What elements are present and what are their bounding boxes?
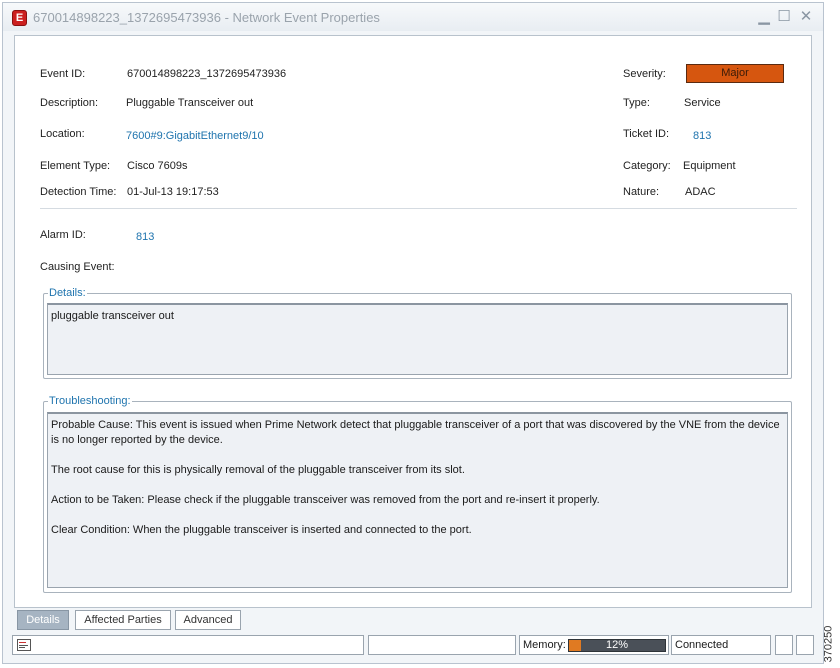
probable-cause-text: Probable Cause: This event is issued whe… (51, 419, 780, 446)
alarm-id-label: Alarm ID: (40, 229, 86, 241)
tab-affected-parties[interactable]: Affected Parties (75, 610, 171, 630)
action-text: Action to be Taken: Please check if the … (51, 494, 600, 506)
ticket-id-label: Ticket ID: (623, 128, 670, 140)
tab-advanced[interactable]: Advanced (175, 610, 241, 630)
category-label: Category: (623, 160, 671, 172)
detection-time-value: 01-Jul-13 19:17:53 (127, 186, 219, 198)
title-bar[interactable]: E 670014898223_1372695473936 - Network E… (3, 3, 823, 31)
status-message-cell (12, 635, 364, 655)
element-type-value: Cisco 7609s (127, 160, 188, 172)
element-type-label: Element Type: (40, 160, 111, 172)
severity-label: Severity: (623, 68, 666, 80)
details-group: Details: pluggable transceiver out (43, 287, 792, 379)
connection-status: Connected (671, 635, 771, 655)
description-label: Description: (40, 97, 99, 109)
troubleshooting-group: Troubleshooting: Probable Cause: This ev… (43, 395, 792, 593)
type-label: Type: (623, 97, 650, 109)
close-icon[interactable]: ✕ (797, 8, 815, 26)
status-indicator-1 (775, 635, 793, 655)
figure-id-text: 370250 (822, 625, 835, 663)
severity-badge: Major (686, 64, 784, 83)
location-link[interactable]: 7600#9:GigabitEthernet9/10 (126, 130, 264, 142)
minimize-icon[interactable]: ▁ (755, 8, 773, 26)
detection-time-label: Detection Time: (40, 186, 117, 198)
troubleshooting-legend: Troubleshooting: (48, 395, 132, 407)
details-legend: Details: (48, 287, 87, 299)
nature-value: ADAC (685, 186, 716, 198)
root-cause-text: The root cause for this is physically re… (51, 464, 465, 476)
window-title: 670014898223_1372695473936 - Network Eve… (33, 10, 380, 25)
status-indicator-2 (796, 635, 814, 655)
event-id-label: Event ID: (40, 68, 86, 80)
causing-event-label: Causing Event: (40, 261, 115, 273)
tab-details[interactable]: Details (17, 610, 69, 630)
location-label: Location: (40, 128, 85, 140)
description-value: Pluggable Transceiver out (126, 97, 254, 109)
type-value: Service (684, 97, 721, 109)
nature-label: Nature: (623, 186, 660, 198)
troubleshooting-textarea[interactable]: Probable Cause: This event is issued whe… (47, 412, 788, 588)
clear-condition-text: Clear Condition: When the pluggable tran… (51, 524, 472, 536)
details-textarea[interactable]: pluggable transceiver out (47, 303, 788, 375)
section-divider (40, 208, 797, 209)
network-event-properties-window: E 670014898223_1372695473936 - Network E… (2, 2, 824, 664)
details-panel: Event ID: 670014898223_1372695473936 Des… (14, 35, 812, 608)
status-bar: Memory: 12% Connected (12, 635, 820, 655)
status-empty-cell (368, 635, 516, 655)
figure-id: 370250 (822, 624, 838, 664)
memory-percent: 12% (605, 639, 629, 651)
maximize-icon[interactable]: ☐ (775, 8, 793, 26)
app-logo-icon: E (12, 10, 27, 26)
memory-label: Memory: (523, 639, 566, 651)
memory-cell: Memory: 12% (519, 635, 669, 655)
alarm-id-link[interactable]: 813 (136, 231, 154, 243)
memory-progress-bar: 12% (568, 639, 666, 652)
event-log-icon[interactable] (17, 639, 31, 651)
details-text: pluggable transceiver out (51, 310, 174, 322)
ticket-id-link[interactable]: 813 (693, 130, 711, 142)
category-value: Equipment (683, 160, 736, 172)
event-id-value: 670014898223_1372695473936 (127, 68, 287, 80)
